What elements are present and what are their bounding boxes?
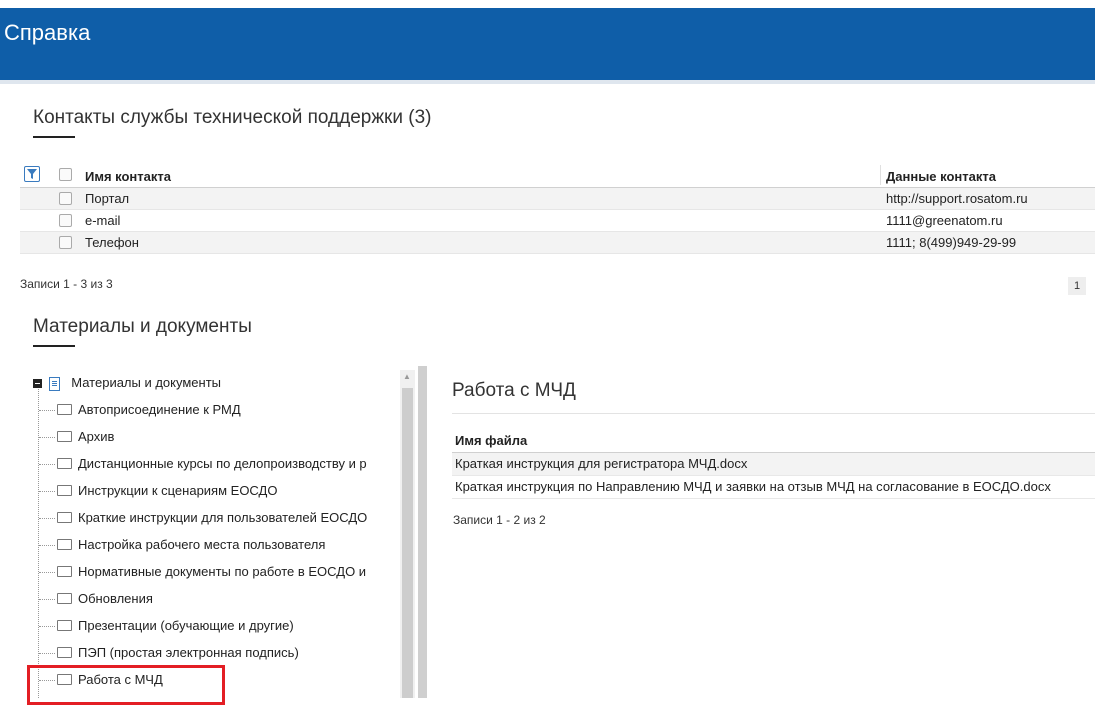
scrollbar-thumb[interactable] (402, 388, 413, 698)
contacts-table: Имя контакта Данные контакта Портал http… (20, 163, 1095, 254)
panel-divider (452, 413, 1095, 414)
folder-icon (57, 593, 72, 605)
folder-icon (57, 404, 72, 416)
page-title: Справка (4, 20, 91, 45)
tree-node-label: Обновления (78, 591, 153, 606)
tree-scrollbar[interactable]: ▲ (400, 370, 415, 698)
column-header-file-name[interactable]: Имя файла (452, 430, 1095, 453)
contacts-records-count: Записи 1 - 3 из 3 (20, 277, 113, 291)
tree-branch-line (39, 437, 55, 438)
table-row[interactable]: Телефон 1111; 8(499)949-29-99 (20, 232, 1095, 254)
tree-branch-line (39, 464, 55, 465)
tree-node-label: Материалы и документы (71, 375, 221, 390)
contact-data: 1111; 8(499)949-29-99 (886, 235, 1017, 250)
folder-icon (57, 539, 72, 551)
folder-icon (57, 458, 72, 470)
top-strip (0, 0, 1095, 8)
contact-name: Портал (85, 191, 130, 206)
contact-data: http://support.rosatom.ru (886, 191, 1028, 206)
tree-branch-line (39, 572, 55, 573)
tree-node-folder[interactable]: Архив (57, 426, 114, 448)
column-header-contact-name[interactable]: Имя контакта (85, 169, 171, 184)
tree-node-folder[interactable]: Инструкции к сценариям ЕОСДО (57, 480, 277, 502)
tree-node-label: Архив (78, 429, 115, 444)
tree-node-folder[interactable]: Обновления (57, 588, 153, 610)
tree-node-folder[interactable]: Дистанционные курсы по делопроизводству … (57, 453, 367, 475)
contacts-title-underline (33, 136, 75, 138)
select-all-checkbox[interactable] (59, 168, 72, 181)
tree-node-folder[interactable]: ПЭП (простая электронная подпись) (57, 642, 299, 664)
tree-node-label: Дистанционные курсы по делопроизводству … (78, 456, 367, 471)
tree-node-label: Нормативные документы по работе в ЕОСДО … (78, 564, 367, 579)
contacts-table-header: Имя контакта Данные контакта (20, 163, 1095, 188)
tree-root-node[interactable]: Материалы и документы (33, 372, 221, 394)
contact-name: Телефон (85, 235, 139, 250)
tree-connector-line (38, 386, 39, 698)
filter-icon (27, 169, 37, 179)
tree-branch-line (39, 653, 55, 654)
tree-node-folder[interactable]: Краткие инструкции для пользователей ЕОС… (57, 507, 367, 529)
contact-data: 1111@greenatom.ru (886, 213, 1003, 228)
materials-tree: Материалы и документы Автоприсоединение … (33, 372, 413, 698)
highlight-box (27, 665, 225, 705)
file-row[interactable]: Краткая инструкция по Направлению МЧД и … (452, 476, 1095, 499)
folder-icon (57, 647, 72, 659)
folder-icon (57, 620, 72, 632)
column-separator (880, 165, 881, 185)
panel-splitter[interactable] (418, 366, 427, 698)
folder-icon (57, 485, 72, 497)
materials-section-title: Материалы и документы (33, 316, 252, 337)
tree-node-folder[interactable]: Нормативные документы по работе в ЕОСДО … (57, 561, 366, 583)
contacts-section-title: Контакты службы технической поддержки (3… (33, 107, 432, 128)
tree-node-folder[interactable]: Презентации (обучающие и другие) (57, 615, 294, 637)
file-row[interactable]: Краткая инструкция для регистратора МЧД.… (452, 453, 1095, 476)
pagination-page-button[interactable]: 1 (1068, 277, 1086, 295)
column-header-contact-data[interactable]: Данные контакта (886, 169, 996, 184)
document-icon (48, 376, 60, 391)
tree-node-label: Настройка рабочего места пользователя (78, 537, 326, 552)
tree-node-label: Презентации (обучающие и другие) (78, 618, 294, 633)
tree-branch-line (39, 491, 55, 492)
tree-node-label: ПЭП (простая электронная подпись) (78, 645, 299, 660)
tree-branch-line (39, 410, 55, 411)
scroll-up-arrow-icon[interactable]: ▲ (403, 372, 411, 381)
files-table: Имя файла Краткая инструкция для регистр… (452, 430, 1095, 499)
tree-node-folder[interactable]: Настройка рабочего места пользователя (57, 534, 325, 556)
folder-icon (57, 512, 72, 524)
tree-branch-line (39, 545, 55, 546)
folder-panel-title: Работа с МЧД (452, 380, 576, 401)
folder-icon (57, 431, 72, 443)
tree-node-label: Инструкции к сценариям ЕОСДО (78, 483, 278, 498)
page-header: Справка (0, 8, 1095, 80)
files-records-count: Записи 1 - 2 из 2 (453, 513, 546, 527)
row-checkbox[interactable] (59, 214, 72, 227)
row-checkbox[interactable] (59, 236, 72, 249)
table-row[interactable]: Портал http://support.rosatom.ru (20, 188, 1095, 210)
row-checkbox[interactable] (59, 192, 72, 205)
tree-branch-line (39, 518, 55, 519)
tree-node-label: Автоприсоединение к РМД (78, 402, 241, 417)
collapse-icon[interactable] (33, 379, 42, 389)
contact-name: e-mail (85, 213, 121, 228)
filter-button[interactable] (24, 166, 40, 182)
tree-branch-line (39, 599, 55, 600)
header-subbar (0, 80, 1095, 84)
tree-node-folder[interactable]: Автоприсоединение к РМД (57, 399, 241, 421)
tree-node-label: Краткие инструкции для пользователей ЕОС… (78, 510, 368, 525)
table-row[interactable]: e-mail 1111@greenatom.ru (20, 210, 1095, 232)
tree-branch-line (39, 626, 55, 627)
folder-icon (57, 566, 72, 578)
materials-title-underline (33, 345, 75, 347)
